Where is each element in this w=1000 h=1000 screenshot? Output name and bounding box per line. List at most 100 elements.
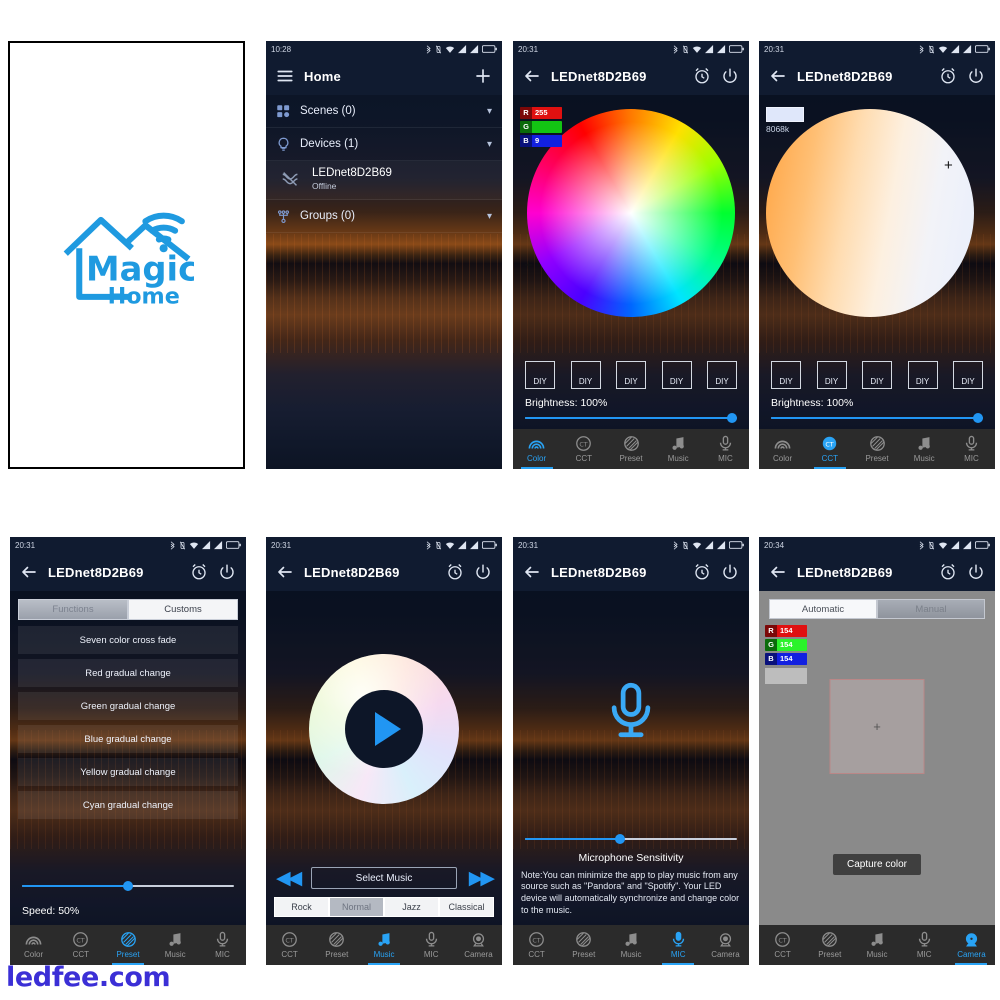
diy-button[interactable]: DIY (953, 361, 983, 389)
slider-track[interactable] (525, 413, 737, 423)
sidebar-item-groups[interactable]: Groups (0) ▾ (266, 200, 502, 233)
diy-button[interactable]: DIY (570, 361, 601, 389)
cct-area[interactable]: 8068k + (759, 95, 995, 361)
sidebar-item-scenes[interactable]: Scenes (0) ▾ (266, 95, 502, 128)
diy-button[interactable]: DIY (816, 361, 847, 389)
timer-icon[interactable] (939, 67, 957, 85)
segment-functions[interactable]: Functions (18, 599, 128, 620)
tab-cct[interactable]: CT CCT (266, 925, 313, 965)
tab-cct[interactable]: CT CCT (806, 429, 853, 469)
tab-mic[interactable]: MIC (948, 429, 995, 469)
tab-mic[interactable]: MIC (901, 925, 948, 965)
tab-music[interactable]: Music (655, 429, 702, 469)
plus-icon[interactable] (474, 67, 492, 85)
tab-color[interactable]: Color (10, 925, 57, 965)
tab-music[interactable]: Music (607, 925, 654, 965)
speed-slider[interactable] (10, 877, 246, 897)
tab-cct[interactable]: CT CCT (759, 925, 806, 965)
back-arrow-icon[interactable] (769, 563, 787, 581)
diy-button[interactable]: DIY (661, 361, 692, 389)
tab-music[interactable]: Music (152, 925, 199, 965)
tab-camera[interactable]: Camera (948, 925, 995, 965)
slider-track[interactable] (771, 413, 983, 423)
back-arrow-icon[interactable] (276, 563, 294, 581)
chevron-down-icon[interactable]: ▾ (487, 106, 492, 117)
slider-track[interactable] (525, 833, 737, 844)
diy-button[interactable]: DIY (907, 361, 938, 389)
play-button[interactable] (345, 690, 423, 768)
segment-customs[interactable]: Customs (128, 599, 238, 620)
tab-preset[interactable]: Preset (560, 925, 607, 965)
tab-music[interactable]: Music (360, 925, 407, 965)
tab-color[interactable]: Color (759, 429, 806, 469)
hamburger-icon[interactable] (276, 67, 294, 85)
back-arrow-icon[interactable] (523, 67, 541, 85)
color-wheel-crosshair[interactable]: + (524, 258, 533, 273)
tab-cct[interactable]: CT CCT (513, 925, 560, 965)
slider-knob[interactable] (123, 881, 133, 891)
list-item[interactable]: Red gradual change (18, 659, 238, 687)
tab-mic[interactable]: MIC (655, 925, 702, 965)
diy-button[interactable]: DIY (525, 361, 555, 389)
tab-cct[interactable]: CT CCT (560, 429, 607, 469)
tab-preset[interactable]: Preset (853, 429, 900, 469)
power-icon[interactable] (967, 67, 985, 85)
timer-icon[interactable] (693, 563, 711, 581)
chevron-down-icon[interactable]: ▾ (487, 139, 492, 150)
power-icon[interactable] (721, 563, 739, 581)
capture-color-button[interactable]: Capture color (832, 854, 922, 875)
segment-manual[interactable]: Manual (877, 599, 985, 619)
list-item[interactable]: Yellow gradual change (18, 758, 238, 786)
tab-music[interactable]: Music (853, 925, 900, 965)
tab-color[interactable]: Color (513, 429, 560, 469)
power-icon[interactable] (474, 563, 492, 581)
genre-normal[interactable]: Normal (329, 897, 384, 917)
fast-forward-icon[interactable]: ▶▶ (469, 869, 495, 888)
list-item-device[interactable]: LEDnet8D2B69 Offline (266, 161, 502, 200)
list-item[interactable]: Cyan gradual change (18, 791, 238, 819)
cct-disc[interactable] (766, 109, 974, 317)
sidebar-item-devices[interactable]: Devices (1) ▾ (266, 128, 502, 161)
diy-button[interactable]: DIY (616, 361, 646, 389)
sensitivity-slider[interactable] (513, 830, 749, 850)
list-item[interactable]: Blue gradual change (18, 725, 238, 753)
slider-knob[interactable] (727, 413, 737, 423)
tab-mic[interactable]: MIC (408, 925, 455, 965)
back-arrow-icon[interactable] (523, 563, 541, 581)
tab-music[interactable]: Music (901, 429, 948, 469)
list-item[interactable]: Seven color cross fade (18, 626, 238, 654)
genre-classical[interactable]: Classical (439, 897, 494, 917)
music-disc[interactable] (309, 654, 459, 804)
list-item[interactable]: Green gradual change (18, 692, 238, 720)
chevron-down-icon[interactable]: ▾ (487, 211, 492, 222)
back-arrow-icon[interactable] (20, 563, 38, 581)
genre-rock[interactable]: Rock (274, 897, 329, 917)
timer-icon[interactable] (693, 67, 711, 85)
timer-icon[interactable] (190, 563, 208, 581)
power-icon[interactable] (218, 563, 236, 581)
tab-mic[interactable]: MIC (199, 925, 246, 965)
tab-camera[interactable]: Camera (702, 925, 749, 965)
segment-automatic[interactable]: Automatic (769, 599, 877, 619)
slider-knob[interactable] (615, 833, 626, 844)
select-music-button[interactable]: Select Music (311, 867, 457, 889)
brightness-slider[interactable] (759, 409, 995, 429)
color-wheel-area[interactable]: R 255 G B 9 + (513, 95, 749, 361)
back-arrow-icon[interactable] (769, 67, 787, 85)
cct-crosshair[interactable]: + (944, 158, 953, 173)
brightness-slider[interactable] (513, 409, 749, 429)
diy-button[interactable]: DIY (862, 361, 892, 389)
power-icon[interactable] (967, 563, 985, 581)
rewind-icon[interactable]: ◀◀ (276, 869, 302, 888)
color-sample-region[interactable]: + (829, 679, 925, 774)
tab-preset[interactable]: Preset (104, 925, 151, 965)
genre-jazz[interactable]: Jazz (384, 897, 439, 917)
slider-knob[interactable] (973, 413, 983, 423)
diy-button[interactable]: DIY (707, 361, 737, 389)
power-icon[interactable] (721, 67, 739, 85)
tab-cct[interactable]: CT CCT (57, 925, 104, 965)
tab-preset[interactable]: Preset (607, 429, 654, 469)
tab-mic[interactable]: MIC (702, 429, 749, 469)
tab-camera[interactable]: Camera (455, 925, 502, 965)
diy-button[interactable]: DIY (771, 361, 801, 389)
